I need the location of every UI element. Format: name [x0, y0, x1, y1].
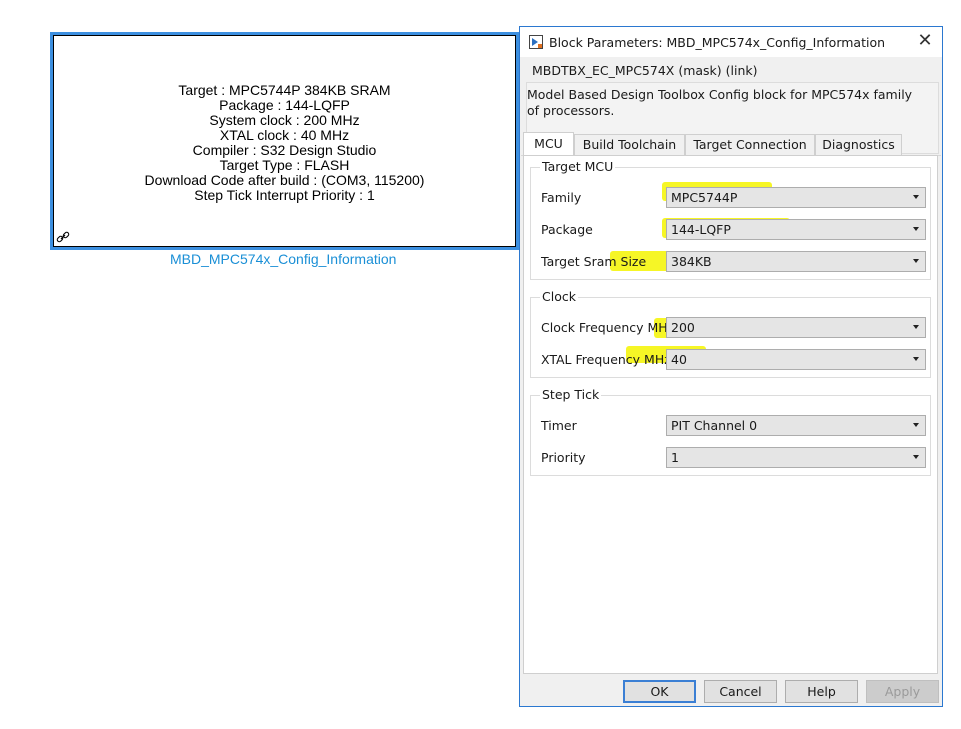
mcu-tab-panel: Target MCU Family MPC5744P Package 144-L… — [523, 155, 938, 674]
block-parameters-dialog: Block Parameters: MBD_MPC574x_Config_Inf… — [519, 26, 943, 707]
xtal-frequency-dropdown[interactable]: 40 — [666, 349, 926, 370]
timer-dropdown[interactable]: PIT Channel 0 — [666, 415, 926, 436]
priority-value: 1 — [671, 450, 679, 465]
timer-value: PIT Channel 0 — [671, 418, 758, 433]
dropdown-arrow-icon — [913, 455, 919, 459]
xtal-frequency-value: 40 — [671, 352, 687, 367]
dropdown-arrow-icon — [913, 423, 919, 427]
priority-label: Priority — [541, 450, 586, 465]
family-dropdown[interactable]: MPC5744P — [666, 187, 926, 208]
apply-button[interactable]: Apply — [866, 680, 939, 703]
package-label: Package — [541, 222, 593, 237]
block-line-target: Target : MPC5744P 384KB SRAM — [178, 82, 391, 98]
clock-group-title: Clock — [540, 289, 578, 304]
sram-value: 384KB — [671, 254, 712, 269]
clock-group: Clock Clock Frequency MHz 200 XTAL Frequ… — [530, 289, 931, 378]
target-mcu-group: Target MCU Family MPC5744P Package 144-L… — [530, 159, 931, 280]
sram-label: Target Sram Size — [541, 254, 647, 269]
block-line-compiler: Compiler : S32 Design Studio — [192, 142, 377, 158]
dropdown-arrow-icon — [913, 325, 919, 329]
timer-label: Timer — [541, 418, 577, 433]
xtal-frequency-label: XTAL Frequency MHz — [541, 352, 671, 367]
step-tick-group: Step Tick Timer PIT Channel 0 Priority 1 — [530, 387, 931, 476]
ok-button[interactable]: OK — [623, 680, 696, 703]
cancel-button[interactable]: Cancel — [704, 680, 777, 703]
block-line-package: Package : 144-LQFP — [219, 97, 350, 113]
help-button[interactable]: Help — [785, 680, 858, 703]
simulink-block-icon — [529, 35, 543, 49]
dropdown-arrow-icon — [913, 259, 919, 263]
block-line-download: Download Code after build : (COM3, 11520… — [144, 172, 425, 188]
config-block[interactable]: Target : MPC5744P 384KB SRAM Package : 1… — [50, 32, 519, 250]
package-dropdown[interactable]: 144-LQFP — [666, 219, 926, 240]
config-block-body: Target : MPC5744P 384KB SRAM Package : 1… — [53, 35, 516, 247]
dialog-title: Block Parameters: MBD_MPC574x_Config_Inf… — [549, 35, 886, 50]
tab-build-toolchain[interactable]: Build Toolchain — [574, 134, 685, 156]
clock-frequency-dropdown[interactable]: 200 — [666, 317, 926, 338]
block-info-text: Target : MPC5744P 384KB SRAM Package : 1… — [54, 83, 515, 203]
target-mcu-group-title: Target MCU — [540, 159, 616, 174]
block-line-priority: Step Tick Interrupt Priority : 1 — [194, 187, 375, 203]
tab-diagnostics[interactable]: Diagnostics — [815, 134, 902, 156]
dropdown-arrow-icon — [913, 227, 919, 231]
sram-dropdown[interactable]: 384KB — [666, 251, 926, 272]
priority-dropdown[interactable]: 1 — [666, 447, 926, 468]
link-icon — [56, 231, 70, 243]
mask-description: Model Based Design Toolbox Config block … — [527, 87, 913, 118]
dropdown-arrow-icon — [913, 195, 919, 199]
family-value: MPC5744P — [671, 190, 738, 205]
step-tick-group-title: Step Tick — [540, 387, 602, 402]
block-line-xtal-clock: XTAL clock : 40 MHz — [219, 127, 350, 143]
family-label: Family — [541, 190, 582, 205]
close-icon[interactable]: ✕ — [914, 31, 936, 53]
dropdown-arrow-icon — [913, 357, 919, 361]
clock-frequency-value: 200 — [671, 320, 695, 335]
clock-frequency-label: Clock Frequency MHz — [541, 320, 675, 335]
block-line-target-type: Target Type : FLASH — [219, 157, 350, 173]
package-value: 144-LQFP — [671, 222, 731, 237]
tab-mcu[interactable]: MCU — [523, 132, 574, 156]
block-line-system-clock: System clock : 200 MHz — [209, 112, 360, 128]
block-name-label[interactable]: MBD_MPC574x_Config_Information — [170, 251, 396, 267]
mask-title: MBDTBX_EC_MPC574X (mask) (link) — [532, 63, 758, 78]
dialog-titlebar[interactable]: Block Parameters: MBD_MPC574x_Config_Inf… — [520, 27, 942, 57]
tab-target-connection[interactable]: Target Connection — [685, 134, 815, 156]
